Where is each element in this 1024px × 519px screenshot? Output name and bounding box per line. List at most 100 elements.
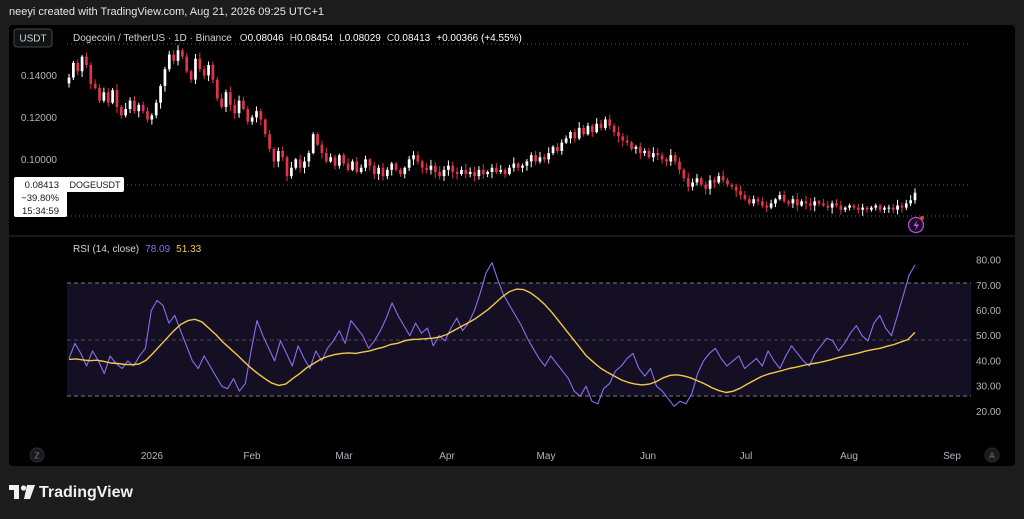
candle[interactable]	[521, 163, 524, 173]
candle[interactable]	[691, 178, 694, 191]
candle[interactable]	[839, 200, 843, 215]
candle[interactable]	[608, 114, 612, 130]
candle[interactable]	[791, 195, 795, 209]
candle[interactable]	[311, 132, 315, 155]
candle[interactable]	[800, 199, 803, 207]
candle[interactable]	[420, 159, 424, 174]
candle[interactable]	[761, 197, 764, 208]
candle[interactable]	[669, 149, 673, 166]
candle[interactable]	[324, 147, 328, 164]
candle[interactable]	[298, 154, 302, 173]
candle[interactable]	[133, 95, 136, 114]
candle[interactable]	[512, 157, 516, 172]
candle[interactable]	[630, 140, 633, 152]
candle[interactable]	[67, 73, 71, 88]
candle[interactable]	[739, 185, 742, 200]
candle[interactable]	[307, 150, 311, 167]
candle[interactable]	[98, 84, 101, 104]
candle[interactable]	[586, 122, 590, 136]
candle[interactable]	[154, 99, 158, 119]
candle[interactable]	[795, 193, 799, 212]
candle[interactable]	[542, 154, 546, 163]
candle[interactable]	[704, 181, 708, 195]
candle[interactable]	[351, 159, 354, 172]
candle[interactable]	[106, 88, 110, 107]
candle[interactable]	[865, 205, 869, 213]
candle[interactable]	[346, 158, 350, 172]
candle[interactable]	[743, 191, 747, 201]
candle[interactable]	[329, 153, 333, 163]
candle[interactable]	[224, 89, 228, 113]
candle[interactable]	[172, 50, 176, 65]
candle[interactable]	[381, 162, 385, 181]
candle[interactable]	[699, 176, 703, 187]
candle[interactable]	[359, 164, 363, 174]
candle[interactable]	[102, 87, 106, 103]
candle[interactable]	[259, 108, 263, 126]
candle[interactable]	[159, 84, 162, 109]
candle[interactable]	[220, 93, 223, 109]
candle[interactable]	[730, 183, 734, 190]
candle[interactable]	[682, 167, 686, 182]
candle[interactable]	[643, 148, 646, 157]
candle[interactable]	[534, 150, 537, 165]
candle[interactable]	[604, 116, 607, 131]
candle[interactable]	[896, 199, 899, 215]
event-flash-icon[interactable]	[907, 216, 925, 234]
candle[interactable]	[495, 163, 498, 174]
candle[interactable]	[85, 52, 88, 69]
candle[interactable]	[904, 199, 908, 211]
candle[interactable]	[717, 172, 721, 185]
candle[interactable]	[525, 159, 529, 171]
candle[interactable]	[141, 101, 145, 114]
candle[interactable]	[464, 163, 468, 179]
candle[interactable]	[695, 173, 699, 186]
candle[interactable]	[250, 115, 254, 125]
candle[interactable]	[119, 105, 123, 119]
candle[interactable]	[547, 147, 551, 164]
candle[interactable]	[124, 102, 128, 118]
candle[interactable]	[185, 53, 189, 73]
candle[interactable]	[822, 199, 825, 208]
candle[interactable]	[72, 61, 75, 81]
candle[interactable]	[808, 197, 812, 211]
candle[interactable]	[447, 160, 450, 176]
candle[interactable]	[377, 164, 380, 180]
candle[interactable]	[726, 177, 729, 188]
candle[interactable]	[198, 52, 202, 73]
candle[interactable]	[617, 126, 620, 143]
candle[interactable]	[560, 139, 564, 155]
candle[interactable]	[673, 152, 677, 165]
candle[interactable]	[713, 176, 716, 189]
candle[interactable]	[721, 170, 725, 184]
candle[interactable]	[290, 161, 293, 179]
candle[interactable]	[752, 195, 756, 207]
candle[interactable]	[268, 129, 271, 153]
candle[interactable]	[508, 164, 511, 176]
candle[interactable]	[163, 66, 167, 92]
candle[interactable]	[747, 195, 751, 206]
candle[interactable]	[756, 196, 760, 206]
candle[interactable]	[656, 147, 660, 160]
candle[interactable]	[909, 195, 912, 206]
candle[interactable]	[364, 155, 367, 172]
candle[interactable]	[390, 161, 394, 176]
candle[interactable]	[455, 167, 459, 180]
candle[interactable]	[320, 140, 324, 159]
candle[interactable]	[900, 202, 904, 213]
candle[interactable]	[481, 164, 485, 179]
candle[interactable]	[372, 162, 376, 180]
candle[interactable]	[115, 84, 119, 114]
candle[interactable]	[590, 123, 594, 138]
candle[interactable]	[228, 86, 232, 111]
candle[interactable]	[477, 166, 481, 180]
candle[interactable]	[211, 61, 215, 84]
candle[interactable]	[137, 102, 141, 118]
candle[interactable]	[804, 195, 808, 210]
candle[interactable]	[843, 206, 847, 213]
candle[interactable]	[870, 205, 873, 212]
candle[interactable]	[874, 203, 878, 211]
candle[interactable]	[255, 106, 258, 123]
candle[interactable]	[385, 167, 389, 180]
candle[interactable]	[538, 151, 542, 164]
